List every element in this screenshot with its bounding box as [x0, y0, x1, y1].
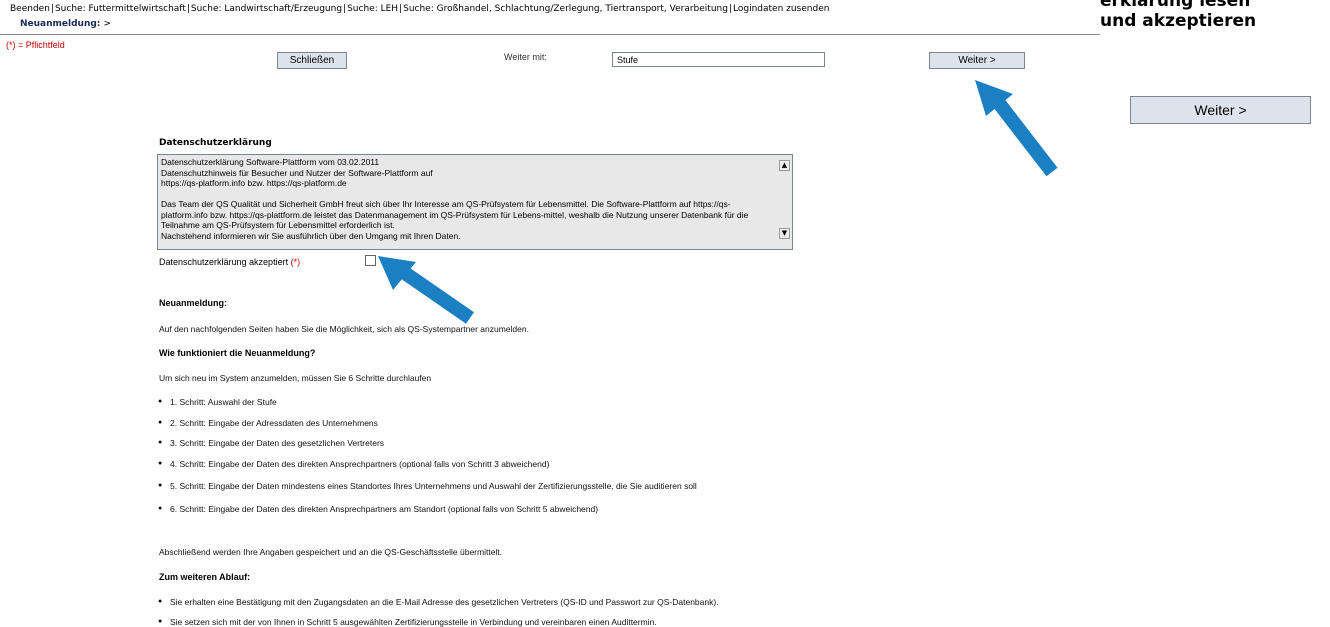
arrow-icon — [378, 256, 474, 324]
arrow-icon — [975, 80, 1058, 177]
annotation-arrows — [378, 80, 1058, 324]
